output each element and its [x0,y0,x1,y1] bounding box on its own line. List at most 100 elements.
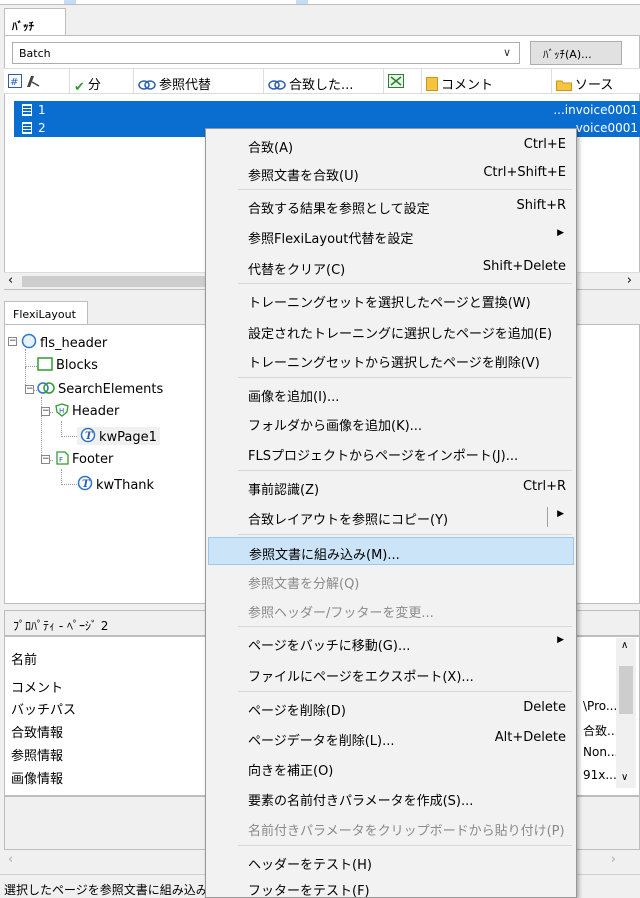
col-classified[interactable]: ✔ 分 [70,69,134,95]
tab-flexilayout[interactable]: FlexiLayout [4,301,88,325]
col-number[interactable]: # [4,69,70,94]
menu-label: 参照文書を合致(U) [248,169,359,184]
batch-button[interactable]: ﾊﾞｯﾁ(A)... [530,41,622,65]
number-icon: # [8,74,22,88]
menu-item-add-images-from-folder[interactable]: フォルダから画像を追加(K)... [208,409,574,437]
scroll-left-icon[interactable]: ‹ [8,273,13,288]
menu-label: 代替をクリア(C) [248,263,346,278]
tree-node-root[interactable]: fls_header [21,333,107,351]
menu-label: 設定されたトレーニングに選択したページを追加(E) [248,327,553,342]
top-toolbar-strip [0,0,640,5]
text-element-icon: T [77,475,93,491]
document-icon [22,104,32,116]
menu-item-match[interactable]: 合致(A) Ctrl+E [208,131,574,159]
collapse-icon[interactable]: − [41,407,50,416]
menu-item-change-header-footer[interactable]: 参照ヘッダー/フッターを変更... [208,596,574,624]
menu-label: 参照FlexiLayout代替を設定 [248,232,414,247]
menu-item-delete-page[interactable]: ページを削除(D) Delete [208,694,574,722]
menu-item-split-reference[interactable]: 参照文書を分解(Q) [208,567,574,595]
batch-combo-value: Batch [19,47,51,60]
menu-item-match-reference[interactable]: 参照文書を合致(U) Ctrl+Shift+E [208,159,574,187]
menu-item-set-match-as-reference[interactable]: 合致する結果を参照として設定 Shift+R [208,192,574,220]
tree-node-kwthank[interactable]: TkwThank [77,475,154,493]
menu-item-create-named-params[interactable]: 要素の名前付きパラメータを作成(S)... [208,784,574,812]
property-row[interactable]: コメント [11,677,63,696]
menu-item-replace-training-set[interactable]: トレーニングセットを選択したページと置換(W) [208,286,574,314]
menu-item-export-pages[interactable]: ファイルにページをエクスポート(X)... [208,660,574,688]
tree-node-search-elements[interactable]: SearchElements [37,381,163,397]
menu-shortcut: Alt+Delete [494,730,566,745]
tree-node-kwpage1[interactable]: TkwPage1 [77,427,160,445]
menu-item-test-footer[interactable]: フッターをテスト(F) [208,874,574,898]
shield-icon: H [55,403,69,417]
menu-label: ページをバッチに移動(G)... [248,639,411,654]
tree-node-blocks[interactable]: Blocks [37,357,98,373]
menu-item-copy-layout-to-reference[interactable]: 合致レイアウトを参照にコピー(Y) ▶ [208,503,574,531]
svg-text:H: H [59,407,64,415]
scroll-down-icon[interactable]: ∨ [621,772,628,783]
menu-label: 参照文書に組み込み(M)... [249,548,400,563]
menu-item-set-flexilayout-alternative[interactable]: 参照FlexiLayout代替を設定 ▶ [208,222,574,250]
col-comment[interactable]: コメント [422,69,552,94]
menu-item-delete-page-data[interactable]: ページデータを削除(L)... Alt+Delete [208,724,574,752]
collapse-icon[interactable]: − [8,337,17,346]
context-menu: 合致(A) Ctrl+E 参照文書を合致(U) Ctrl+Shift+E 合致する結… [205,128,577,898]
property-row[interactable]: 画像情報 [11,768,63,787]
vertical-scrollbar[interactable]: ∧ ∨ [616,638,636,788]
collapse-icon[interactable]: − [41,455,50,464]
submenu-arrow-icon: ▶ [557,228,564,238]
menu-item-paste-named-params[interactable]: 名前付きパラメータをクリップボードから貼り付け(P) [208,814,574,842]
menu-shortcut: Delete [523,700,566,715]
menu-label: 向きを補正(O) [248,764,334,779]
menu-label: トレーニングセットを選択したページと置換(W) [248,296,531,311]
batch-combo[interactable]: Batch ∨ [12,42,520,64]
tab-batch[interactable]: ﾊﾞｯﾁ [4,8,66,36]
menu-label: 合致する結果を参照として設定 [248,202,430,217]
scroll-left-icon[interactable]: ‹ [8,852,13,867]
menu-item-import-from-fls[interactable]: FLSプロジェクトからページをインポート(J)... [208,439,574,467]
submenu-arrow-icon: ▶ [557,635,564,645]
property-row[interactable]: 参照情報 [11,745,63,764]
col-source[interactable]: ソース [552,69,640,94]
menu-item-correct-orientation[interactable]: 向きを補正(O) [208,754,574,782]
spreadsheet-icon [388,74,404,88]
menu-item-add-to-training[interactable]: 設定されたトレーニングに選択したページを追加(E) [208,317,574,345]
link-icon [138,80,156,90]
menu-label: 参照ヘッダー/フッターを変更... [248,606,434,621]
note-icon [426,77,438,91]
scroll-up-icon[interactable]: ∧ [621,640,628,651]
tree-node-footer[interactable]: F Footer [55,451,113,467]
menu-shortcut: Ctrl+Shift+E [483,165,566,180]
menu-item-add-image[interactable]: 画像を追加(I)... [208,380,574,408]
menu-label: 合致レイアウトを参照にコピー(Y) [248,513,449,528]
collapse-icon[interactable]: − [25,385,34,394]
col-matched[interactable]: 合致した... [264,69,384,94]
col-excel[interactable] [384,69,422,94]
chevron-down-icon[interactable]: ∨ [503,46,511,59]
menu-item-pre-recognize[interactable]: 事前認識(Z) Ctrl+R [208,473,574,501]
scrollbar-thumb[interactable] [619,666,633,714]
scroll-right-icon[interactable]: › [611,852,616,867]
svg-text:F: F [59,456,63,464]
menu-label: 要素の名前付きパラメータを作成(S)... [248,794,474,809]
menu-item-clear-alternative[interactable]: 代替をクリア(C) Shift+Delete [208,253,574,281]
tree-node-header[interactable]: H Header [55,403,119,419]
menu-shortcut: Ctrl+R [522,479,566,494]
scrollbar-thumb[interactable] [22,276,212,287]
menu-item-merge-into-reference[interactable]: 参照文書に組み込み(M)... [208,537,574,565]
menu-label: 画像を追加(I)... [248,390,340,405]
menu-label: フッターをテスト(F) [248,884,370,898]
menu-item-remove-from-training[interactable]: トレーニングセットから選択したページを削除(V) [208,346,574,374]
col-reference-alternative[interactable]: 参照代替 [134,69,264,94]
scroll-right-icon[interactable]: › [627,273,632,288]
column-header: # ✔ 分 参照代替 合致した... コメント ソース [4,68,640,95]
menu-item-test-header[interactable]: ヘッダーをテスト(H) [208,848,574,876]
link-match-icon [268,80,286,90]
property-value: 91x... [583,768,617,782]
table-row[interactable]: 1 ...invoice0001 [14,101,640,119]
property-row[interactable]: バッチパス [11,699,76,718]
search-elements-icon [37,382,55,394]
property-row[interactable]: 合致情報 [11,722,63,741]
menu-item-move-to-batch[interactable]: ページをバッチに移動(G)... ▶ [208,629,574,657]
folder-icon [556,80,572,91]
